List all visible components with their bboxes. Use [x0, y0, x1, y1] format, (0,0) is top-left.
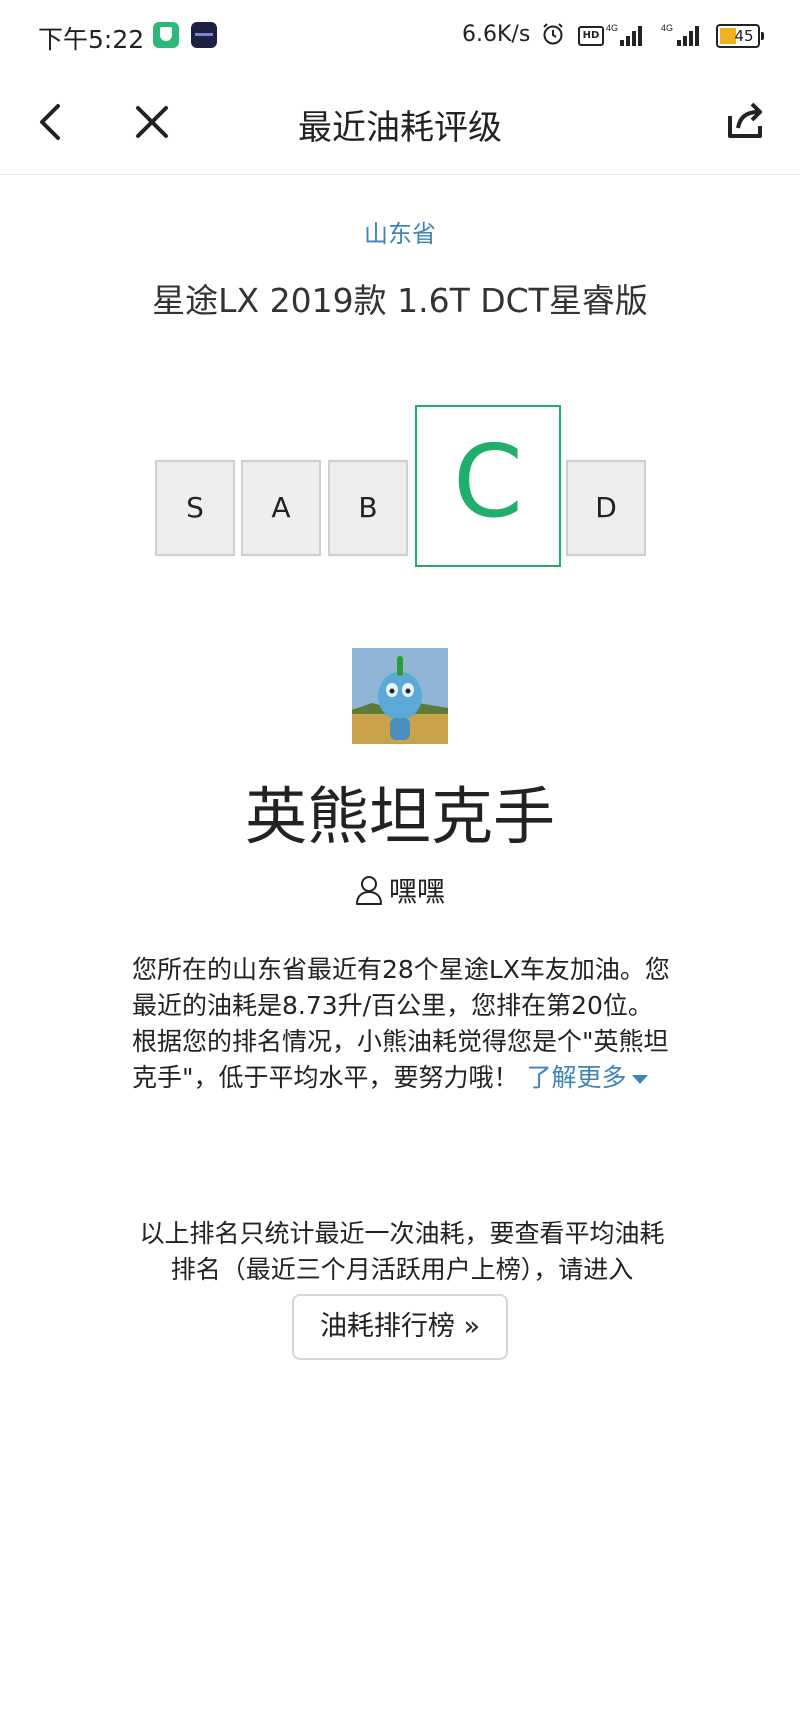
status-time: 下午5:22: [38, 25, 145, 54]
learn-more-label: 了解更多: [526, 1063, 627, 1092]
triangle-down-icon: [632, 1074, 649, 1084]
grade-box-b: B: [328, 460, 408, 556]
user-name: 嘿嘿: [388, 875, 445, 908]
app-dark-icon: [191, 22, 217, 48]
user-info: 嘿嘿: [0, 870, 800, 910]
share-icon[interactable]: [722, 98, 768, 144]
chevron-left-icon[interactable]: [30, 100, 74, 144]
fuel-ranking-button[interactable]: 油耗排行榜 »: [292, 1294, 508, 1360]
close-icon[interactable]: [130, 100, 174, 144]
svg-text:4G: 4G: [606, 23, 618, 33]
network-speed: 6.6K/s: [462, 22, 531, 47]
status-bar: 下午5:22 6.6K/s HD 4G 4G 45: [0, 0, 800, 70]
car-model: 星途LX 2019款 1.6T DCT星睿版: [152, 281, 648, 320]
province-label: 山东省: [364, 220, 436, 248]
ranking-note: 以上排名只统计最近一次油耗，要查看平均油耗排名（最近三个月活跃用户上榜），请进入: [139, 1219, 665, 1284]
learn-more-link[interactable]: 了解更多: [526, 1063, 649, 1092]
battery-level: 45: [734, 27, 754, 45]
svg-text:4G: 4G: [661, 23, 673, 33]
grade-box-c-active: C: [415, 405, 561, 567]
nav-bar: 最近油耗评级: [0, 70, 800, 175]
hd-icon: HD: [578, 26, 604, 46]
grade-box-d: D: [566, 460, 646, 556]
app-shield-icon: [153, 22, 179, 48]
signal-4g-icon: 4G: [606, 23, 642, 46]
battery-icon: 45: [716, 24, 764, 48]
grade-box-s: S: [155, 460, 235, 556]
result-description: 您所在的山东省最近有28个星途LX车友加油。您最近的油耗是8.73升/百公里，您…: [132, 952, 672, 1096]
alarm-icon: [543, 23, 563, 45]
user-icon: [355, 876, 382, 905]
honor-title: 英熊坦克手: [244, 780, 555, 853]
signal-4g-icon: 4G: [661, 23, 699, 46]
page-title: 最近油耗评级: [298, 108, 502, 148]
grade-box-a: A: [241, 460, 321, 556]
avatar: [352, 648, 448, 744]
